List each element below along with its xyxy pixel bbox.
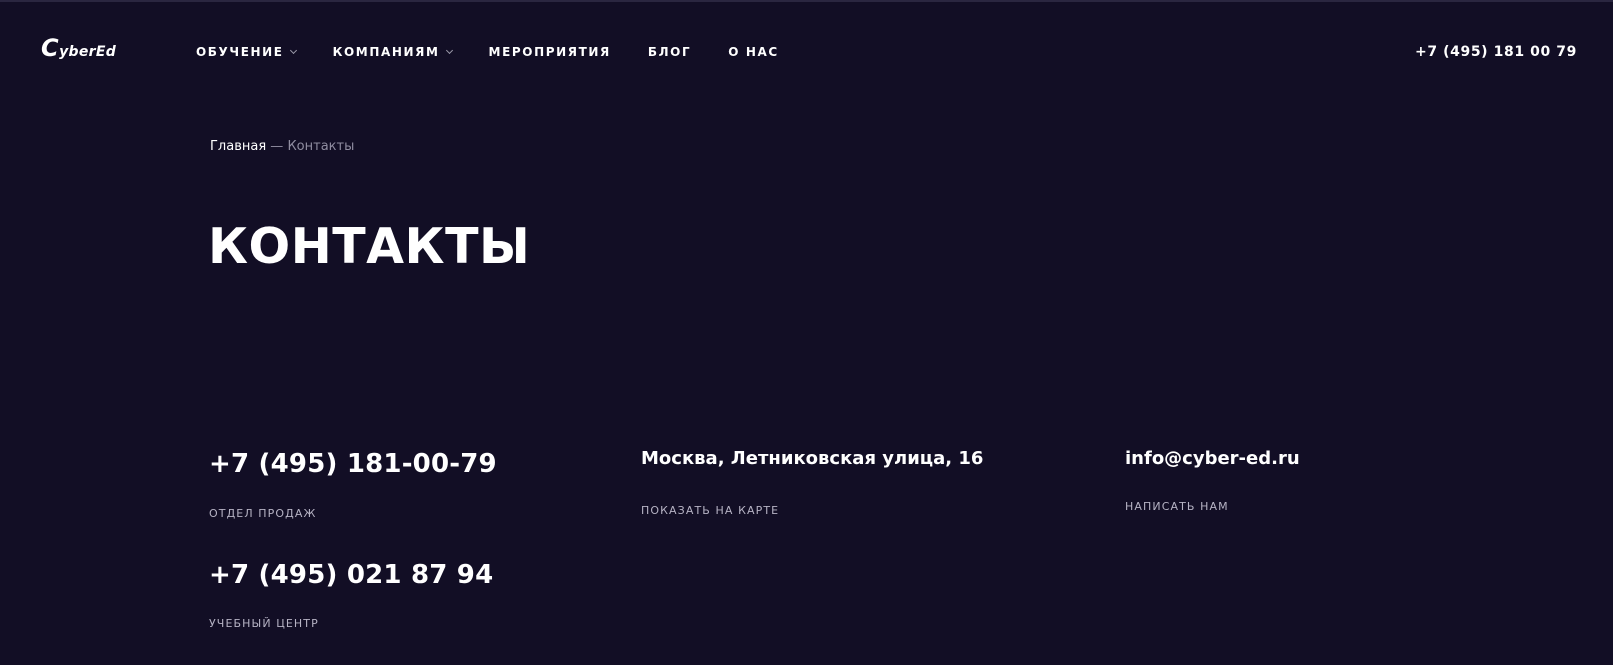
breadcrumb-separator: — [270, 139, 284, 154]
breadcrumb-current: Контакты [287, 139, 355, 154]
training-contact: +7 (495) 021 87 94 [209, 560, 493, 590]
logo[interactable]: CyberEd [41, 34, 116, 62]
nav-item-about[interactable]: О НАС [728, 45, 779, 59]
breadcrumb: Главная — Контакты [210, 139, 354, 154]
nav-item-events[interactable]: МЕРОПРИЯТИЯ [489, 45, 611, 59]
main-nav: ОБУЧЕНИЕ КОМПАНИЯМ МЕРОПРИЯТИЯ БЛОГ О НА… [196, 45, 816, 59]
header-phone-link[interactable]: +7 (495) 181 00 79 [1415, 44, 1577, 60]
address-text: Москва, Летниковская улица, 16 [641, 448, 984, 469]
breadcrumb-home-link[interactable]: Главная [210, 139, 266, 154]
write-us-link[interactable]: НАПИСАТЬ НАМ [1125, 500, 1229, 513]
sales-contact: +7 (495) 181-00-79 [209, 449, 497, 479]
map-link-block: ПОКАЗАТЬ НА КАРТЕ [641, 504, 779, 517]
training-phone-link[interactable]: +7 (495) 021 87 94 [209, 560, 493, 590]
nav-item-label: БЛОГ [647, 45, 692, 59]
show-on-map-link[interactable]: ПОКАЗАТЬ НА КАРТЕ [641, 504, 779, 517]
chevron-down-icon [289, 46, 297, 55]
logo-text: yberEd [59, 44, 117, 60]
training-caption: УЧЕБНЫЙ ЦЕНТР [209, 617, 319, 630]
nav-item-label: О НАС [728, 45, 779, 59]
nav-item-companies[interactable]: КОМПАНИЯМ [332, 45, 453, 59]
training-caption-block: УЧЕБНЫЙ ЦЕНТР [209, 617, 319, 630]
nav-item-label: МЕРОПРИЯТИЯ [488, 45, 611, 59]
nav-item-education[interactable]: ОБУЧЕНИЕ [196, 45, 297, 59]
sales-phone-link[interactable]: +7 (495) 181-00-79 [209, 449, 497, 479]
address-contact: Москва, Летниковская улица, 16 [641, 448, 983, 469]
sales-caption: ОТДЕЛ ПРОДАЖ [209, 507, 317, 520]
top-divider [0, 0, 1613, 2]
email-contact: info@cyber-ed.ru [1125, 448, 1300, 469]
logo-initial: C [41, 34, 60, 62]
nav-item-label: ОБУЧЕНИЕ [196, 45, 284, 59]
write-link-block: НАПИСАТЬ НАМ [1125, 500, 1229, 513]
email-link[interactable]: info@cyber-ed.ru [1125, 448, 1300, 469]
nav-item-label: КОМПАНИЯМ [332, 45, 440, 59]
sales-caption-block: ОТДЕЛ ПРОДАЖ [209, 507, 316, 520]
nav-item-blog[interactable]: БЛОГ [648, 45, 691, 59]
page-title: КОНТАКТЫ [208, 218, 531, 275]
page: CyberEd ОБУЧЕНИЕ КОМПАНИЯМ МЕРОПРИЯТИЯ Б… [0, 0, 1613, 665]
chevron-down-icon [445, 46, 453, 55]
